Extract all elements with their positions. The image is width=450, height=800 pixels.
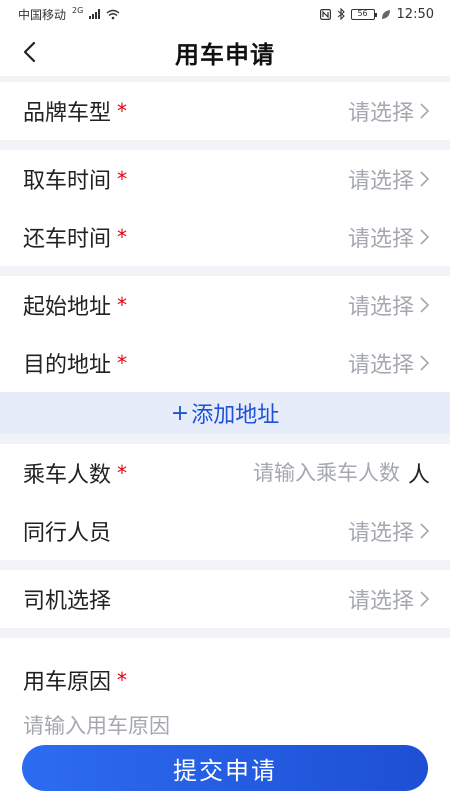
signal-icon <box>89 9 101 19</box>
vehicle-model-label: 品牌车型 <box>23 101 112 126</box>
destination-row[interactable]: 目的地址 * 请选择 <box>0 334 450 392</box>
pickup-time-value: 请选择 <box>347 169 414 194</box>
carrier-name: 中国移动 <box>18 7 67 22</box>
pickup-time-select[interactable]: 请选择 <box>348 163 430 195</box>
status-right: 56 12:50 <box>319 6 434 22</box>
submit-button[interactable]: 提交申请 <box>22 745 428 791</box>
required-mark: * <box>117 351 128 375</box>
address-card: 起始地址 * 请选择 目的地址 * 请选择 + 添加地址 <box>0 276 450 434</box>
nfc-icon <box>319 8 331 20</box>
chevron-right-icon <box>420 171 430 187</box>
driver-label: 司机选择 <box>23 589 112 614</box>
companions-select[interactable]: 请选择 <box>348 515 430 547</box>
destination-value: 请选择 <box>347 353 414 378</box>
passenger-unit: 人 <box>407 463 430 488</box>
vehicle-model-label-wrap: 品牌车型 * <box>23 95 127 127</box>
passenger-card: 乘车人数 * 人 同行人员 请选择 <box>0 444 450 560</box>
companions-label-wrap: 同行人员 <box>23 515 111 547</box>
passenger-count-wrap: 人 <box>199 457 430 489</box>
driver-label-wrap: 司机选择 <box>23 583 111 615</box>
passenger-count-input[interactable] <box>199 461 400 485</box>
passenger-count-label-wrap: 乘车人数 * <box>23 457 127 489</box>
start-address-row[interactable]: 起始地址 * 请选择 <box>0 276 450 334</box>
return-time-select[interactable]: 请选择 <box>348 221 430 253</box>
status-bar: 中国移动 2G 56 12:50 <box>0 0 450 28</box>
pickup-time-label-wrap: 取车时间 * <box>23 163 127 195</box>
battery-level: 56 <box>357 9 368 18</box>
return-time-value: 请选择 <box>347 227 414 252</box>
driver-card: 司机选择 请选择 <box>0 570 450 628</box>
time-card: 取车时间 * 请选择 还车时间 * 请选择 <box>0 150 450 266</box>
return-time-row[interactable]: 还车时间 * 请选择 <box>0 208 450 266</box>
wifi-icon <box>106 9 120 19</box>
back-button[interactable] <box>14 36 46 68</box>
chevron-right-icon <box>420 591 430 607</box>
required-mark: * <box>117 668 128 692</box>
destination-select[interactable]: 请选择 <box>348 347 430 379</box>
bluetooth-icon <box>337 8 345 20</box>
companions-value: 请选择 <box>347 521 414 546</box>
chevron-right-icon <box>420 229 430 245</box>
network-type: 2G <box>72 5 84 15</box>
chevron-right-icon <box>420 103 430 119</box>
start-address-label: 起始地址 <box>23 295 112 320</box>
start-address-value: 请选择 <box>347 295 414 320</box>
add-address-label: 添加地址 <box>191 403 280 428</box>
companions-label: 同行人员 <box>23 521 112 546</box>
chevron-right-icon <box>420 355 430 371</box>
nav-bar: 用车申请 <box>0 28 450 76</box>
driver-row[interactable]: 司机选择 请选择 <box>0 570 450 628</box>
passenger-count-row: 乘车人数 * 人 <box>0 444 450 502</box>
chevron-left-icon <box>23 41 36 63</box>
reason-label-wrap: 用车原因 * <box>0 638 450 696</box>
pickup-time-label: 取车时间 <box>23 169 112 194</box>
vehicle-card: 品牌车型 * 请选择 <box>0 82 450 140</box>
required-mark: * <box>117 225 128 249</box>
plus-icon: + <box>170 400 190 426</box>
return-time-label-wrap: 还车时间 * <box>23 221 127 253</box>
destination-label-wrap: 目的地址 * <box>23 347 127 379</box>
bottom-bar: 提交申请 <box>0 740 450 800</box>
start-address-label-wrap: 起始地址 * <box>23 289 127 321</box>
pickup-time-row[interactable]: 取车时间 * 请选择 <box>0 150 450 208</box>
companions-row[interactable]: 同行人员 请选择 <box>0 502 450 560</box>
status-time: 12:50 <box>396 6 434 22</box>
leaf-icon <box>381 9 390 19</box>
chevron-right-icon <box>420 297 430 313</box>
status-left: 中国移动 2G <box>18 6 120 23</box>
driver-select[interactable]: 请选择 <box>348 583 430 615</box>
vehicle-model-row[interactable]: 品牌车型 * 请选择 <box>0 82 450 140</box>
return-time-label: 还车时间 <box>23 227 112 252</box>
vehicle-model-select[interactable]: 请选择 <box>348 95 430 127</box>
battery-icon: 56 <box>350 8 377 20</box>
passenger-count-label: 乘车人数 <box>23 463 112 488</box>
required-mark: * <box>117 461 128 485</box>
required-mark: * <box>117 167 128 191</box>
page-title: 用车申请 <box>175 40 275 69</box>
destination-label: 目的地址 <box>23 353 112 378</box>
form-content: 品牌车型 * 请选择 取车时间 * 请选择 还车时间 * 请选择 起始地址 * … <box>0 82 450 758</box>
start-address-select[interactable]: 请选择 <box>348 289 430 321</box>
chevron-right-icon <box>420 523 430 539</box>
reason-label: 用车原因 <box>23 670 112 695</box>
driver-value: 请选择 <box>347 589 414 614</box>
required-mark: * <box>117 293 128 317</box>
vehicle-model-value: 请选择 <box>347 101 414 126</box>
required-mark: * <box>117 99 128 123</box>
add-address-button[interactable]: + 添加地址 <box>0 392 450 434</box>
page: 中国移动 2G 56 12:50 用车申请 品牌车型 * 请选择 取车时间 * … <box>0 0 450 800</box>
